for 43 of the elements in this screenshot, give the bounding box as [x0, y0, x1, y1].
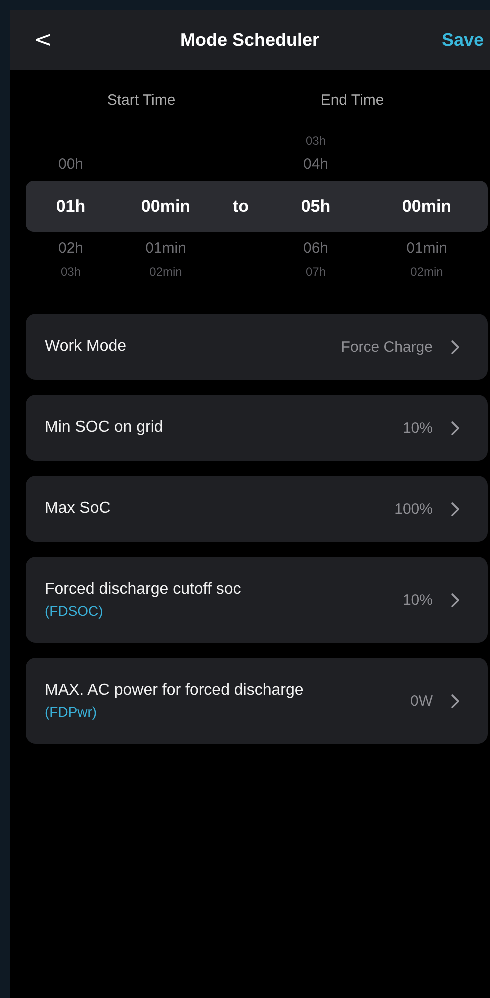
setting-value: 100% — [394, 500, 433, 518]
picker-option[interactable]: 03h — [306, 134, 326, 148]
setting-abbreviation: (FDPwr) — [45, 704, 98, 720]
setting-label: Work Mode — [45, 338, 128, 356]
setting-row[interactable]: Work Mode Force Charge — [26, 314, 488, 380]
picker-option[interactable]: 02min — [410, 265, 444, 279]
end-time-label: End Time — [320, 92, 384, 109]
chevron-right-icon — [451, 340, 460, 354]
picker-option[interactable]: 04h — [303, 156, 329, 173]
setting-label: MAX. AC power for forced discharge — [45, 682, 305, 700]
picker-option[interactable]: 07h — [306, 265, 326, 279]
chevron-right-icon — [451, 592, 460, 608]
setting-value: 0W — [410, 692, 433, 710]
setting-label: Max SoC — [45, 500, 112, 518]
picker-option[interactable]: 01min — [146, 240, 186, 257]
save-button[interactable]: Save — [442, 30, 484, 50]
picker-option[interactable]: 00h — [58, 156, 84, 173]
picker-value: 01h — [56, 196, 86, 216]
picker-option[interactable]: 01min — [406, 240, 448, 257]
chevron-right-icon — [451, 420, 460, 436]
picker-value: 05h — [301, 196, 331, 216]
setting-abbreviation: (FDSOC) — [45, 603, 104, 619]
chevron-right-icon — [451, 694, 460, 708]
picker-value: 00min — [402, 196, 452, 216]
setting-value: Force Charge — [341, 338, 433, 356]
setting-value: 10% — [402, 420, 433, 436]
separator-text: to — [232, 196, 250, 216]
picker-option[interactable]: 03h — [60, 265, 82, 279]
setting-label: Min SOC on grid — [45, 419, 164, 437]
setting-value: 10% — [402, 592, 433, 608]
picker-value: 00min — [141, 196, 191, 216]
back-button[interactable]: < — [34, 28, 52, 52]
setting-row[interactable]: Min SOC on grid 10% — [26, 395, 488, 461]
screen-title: Mode Scheduler — [180, 30, 320, 50]
chevron-right-icon — [451, 502, 460, 516]
setting-row[interactable]: Forced discharge cutoff soc (FDSOC) 10% — [26, 557, 488, 643]
setting-label: Forced discharge cutoff soc — [45, 581, 242, 599]
picker-option[interactable]: 02h — [58, 240, 84, 257]
start-time-label: Start Time — [107, 92, 176, 109]
picker-option[interactable]: 06h — [303, 240, 329, 257]
picker-option[interactable]: 02min — [150, 265, 182, 279]
setting-row[interactable]: MAX. AC power for forced discharge (FDPwr) 0W — [26, 658, 488, 744]
setting-row[interactable]: Max SoC 100% — [26, 476, 488, 542]
